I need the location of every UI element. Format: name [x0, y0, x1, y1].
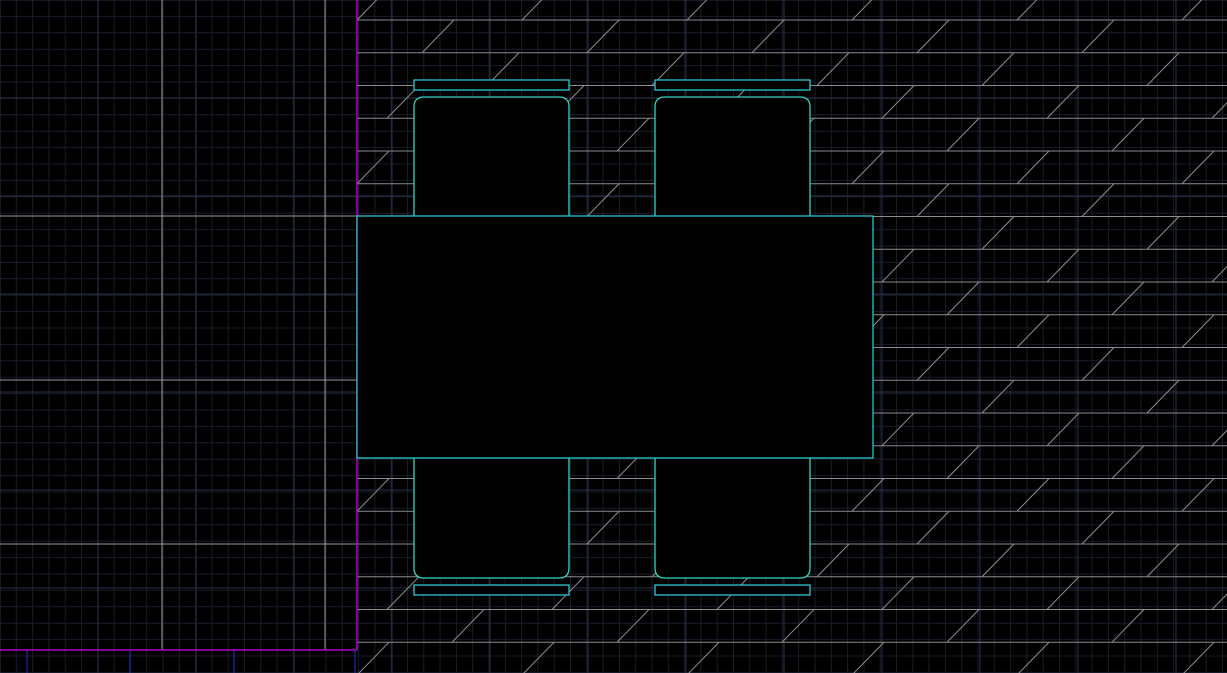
backrest-top-left[interactable] [413, 79, 570, 91]
chair-top-left-fill [414, 97, 569, 216]
chair-top-right-fill [655, 97, 810, 216]
backrest-top-right[interactable] [654, 79, 811, 91]
backrest-bottom-right[interactable] [654, 584, 811, 596]
chair-bottom-right-fill [655, 458, 810, 578]
dining-table[interactable] [356, 215, 874, 459]
cad-drawing-canvas[interactable] [0, 0, 1227, 673]
backrest-bottom-left[interactable] [413, 584, 570, 596]
chair-bottom-left-fill [414, 458, 569, 578]
